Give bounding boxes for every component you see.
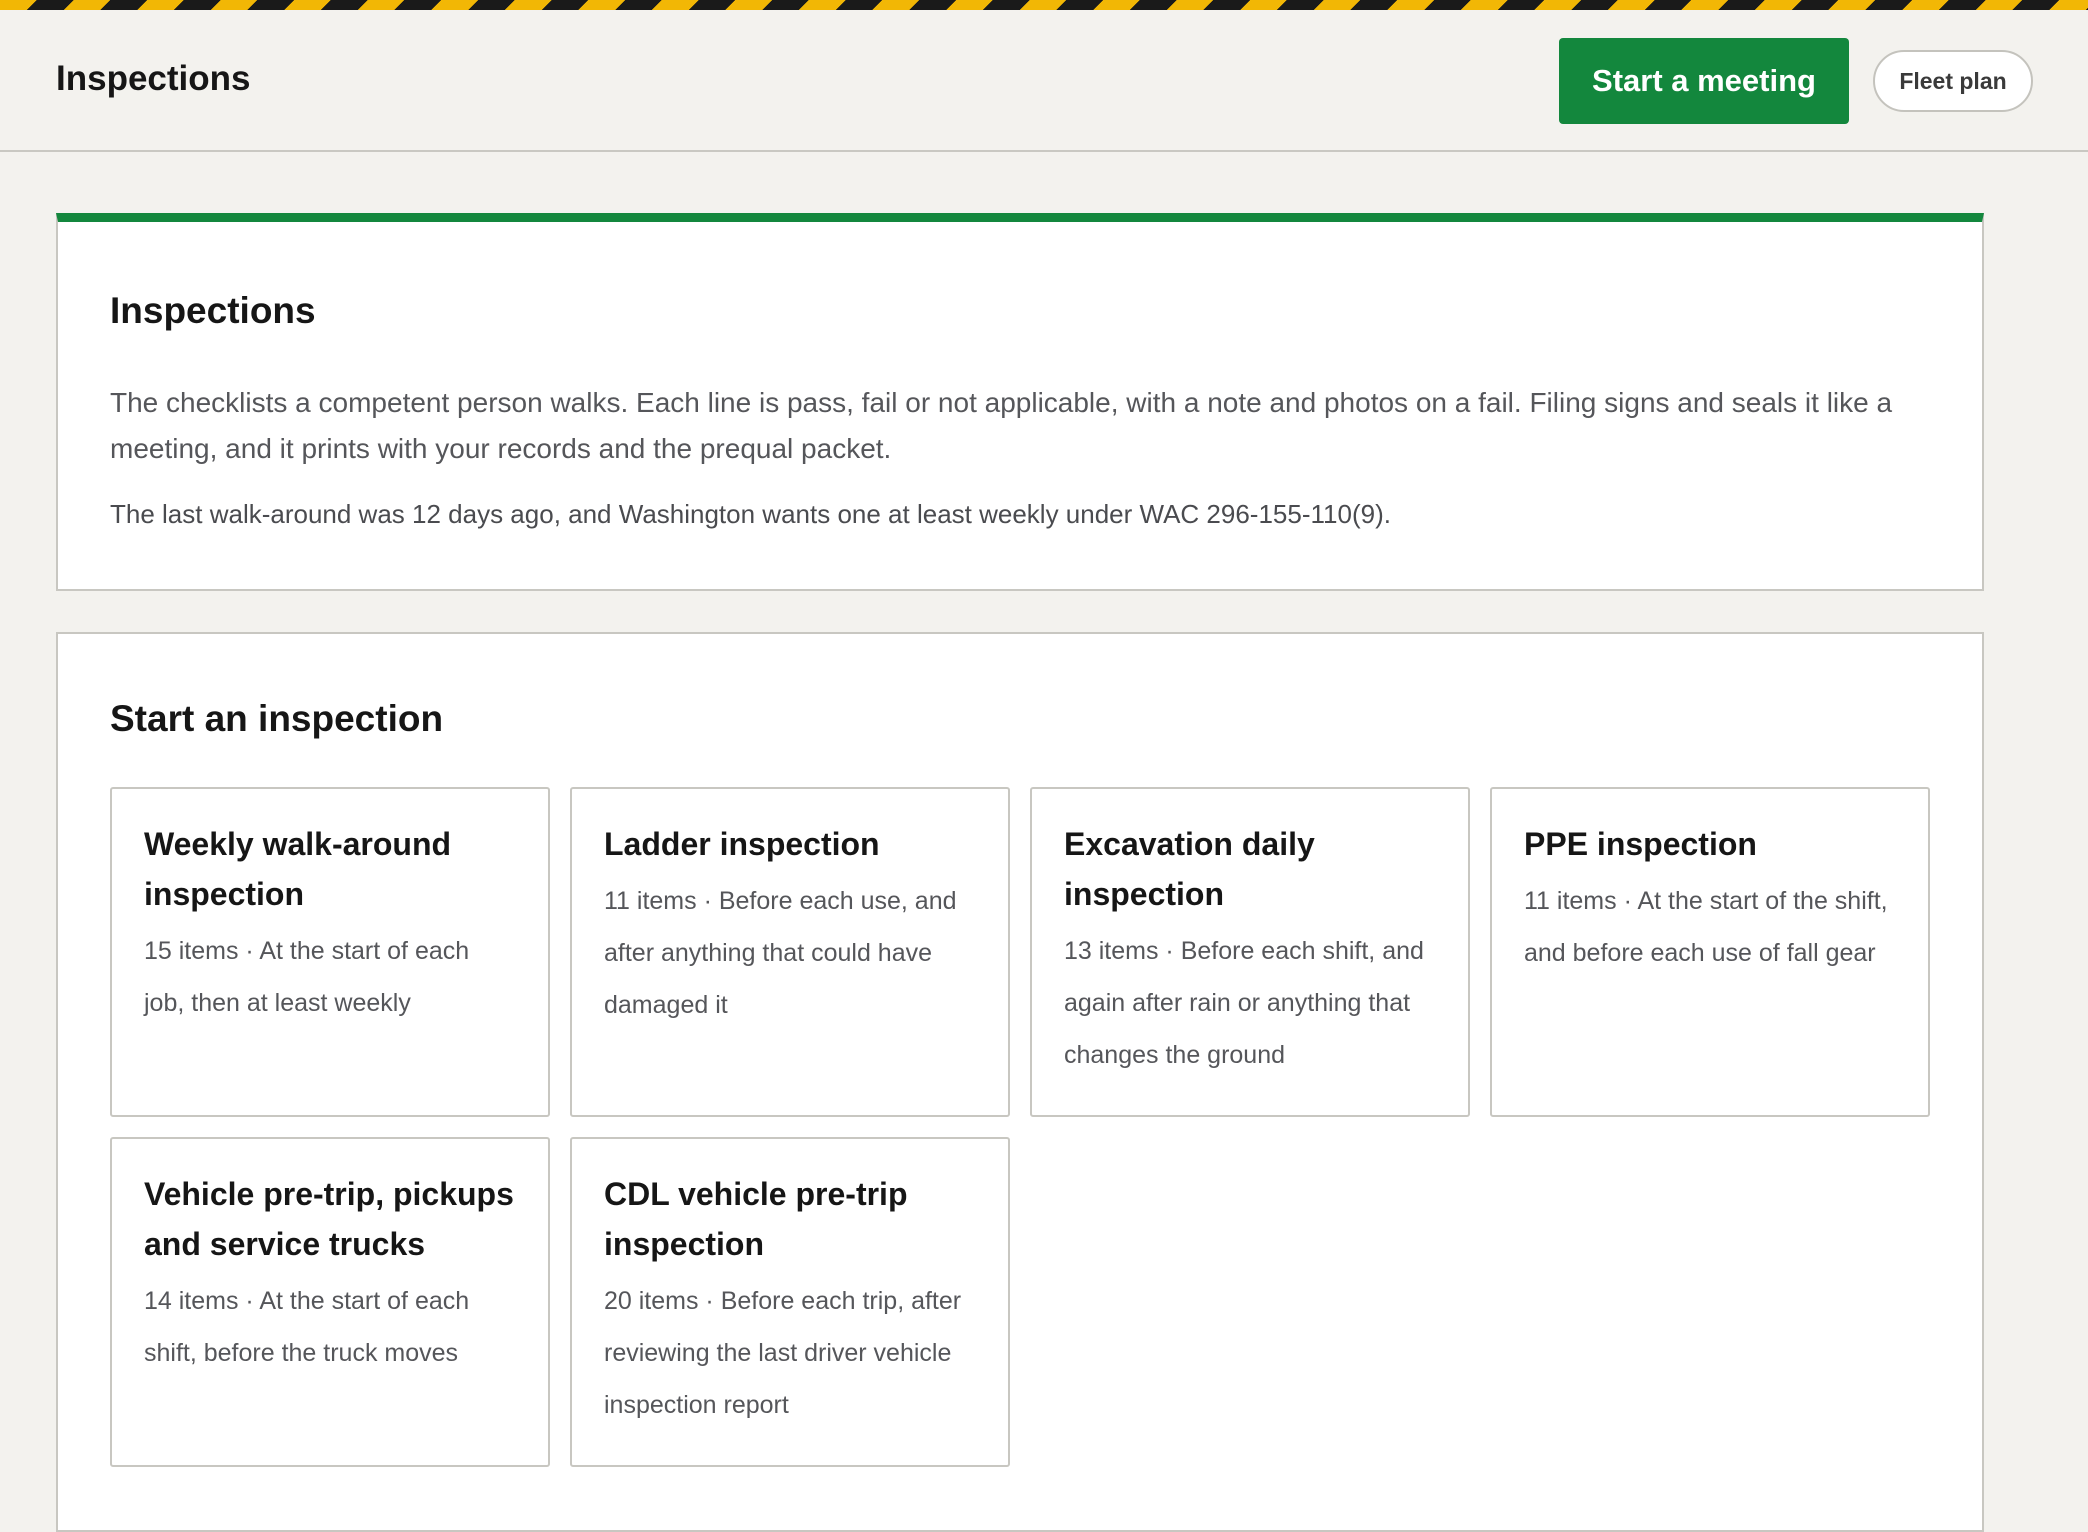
card-meta: 11 items · Before each use, and after an…	[604, 887, 957, 1019]
fleet-plan-button[interactable]: Fleet plan	[1873, 50, 2033, 112]
card-title: PPE inspection	[1524, 826, 1757, 862]
card-title: Vehicle pre-trip, pickups and service tr…	[144, 1176, 514, 1262]
inspection-card-excavation-daily[interactable]: Excavation daily inspection 13 items · B…	[1030, 787, 1470, 1117]
inspection-card-weekly-walk-around[interactable]: Weekly walk-around inspection 15 items ·…	[110, 787, 550, 1117]
start-inspection-panel: Start an inspection Weekly walk-around i…	[56, 632, 1984, 1532]
intro-heading: Inspections	[110, 290, 316, 331]
card-meta: 15 items · At the start of each job, the…	[144, 937, 470, 1017]
start-meeting-button[interactable]: Start a meeting	[1559, 38, 1849, 124]
inspection-card-ppe[interactable]: PPE inspection 11 items · At the start o…	[1490, 787, 1930, 1117]
card-meta: 13 items · Before each shift, and again …	[1064, 937, 1424, 1069]
inspection-card-grid: Weekly walk-around inspection 15 items ·…	[110, 787, 1932, 1467]
inspection-card-cdl-pre-trip[interactable]: CDL vehicle pre-trip inspection 20 items…	[570, 1137, 1010, 1467]
card-title: CDL vehicle pre-trip inspection	[604, 1176, 908, 1262]
inspection-card-ladder[interactable]: Ladder inspection 11 items · Before each…	[570, 787, 1010, 1117]
intro-panel: Inspections The checklists a competent p…	[56, 213, 1984, 591]
card-meta: 14 items · At the start of each shift, b…	[144, 1287, 470, 1367]
top-bar: Inspections Start a meeting Fleet plan	[0, 10, 2088, 152]
start-inspection-heading: Start an inspection	[110, 698, 444, 739]
intro-description: The checklists a competent person walks.…	[110, 387, 1893, 464]
inspection-card-vehicle-pre-trip[interactable]: Vehicle pre-trip, pickups and service tr…	[110, 1137, 550, 1467]
card-title: Weekly walk-around inspection	[144, 826, 452, 912]
card-title: Ladder inspection	[604, 826, 880, 862]
card-title: Excavation daily inspection	[1064, 826, 1315, 912]
card-meta: 20 items · Before each trip, after revie…	[604, 1287, 962, 1419]
last-walkaround-notice: The last walk-around was 12 days ago, an…	[110, 499, 1391, 529]
hazard-stripe	[0, 0, 2088, 10]
card-meta: 11 items · At the start of the shift, an…	[1524, 887, 1888, 967]
page-title: Inspections	[56, 59, 251, 98]
